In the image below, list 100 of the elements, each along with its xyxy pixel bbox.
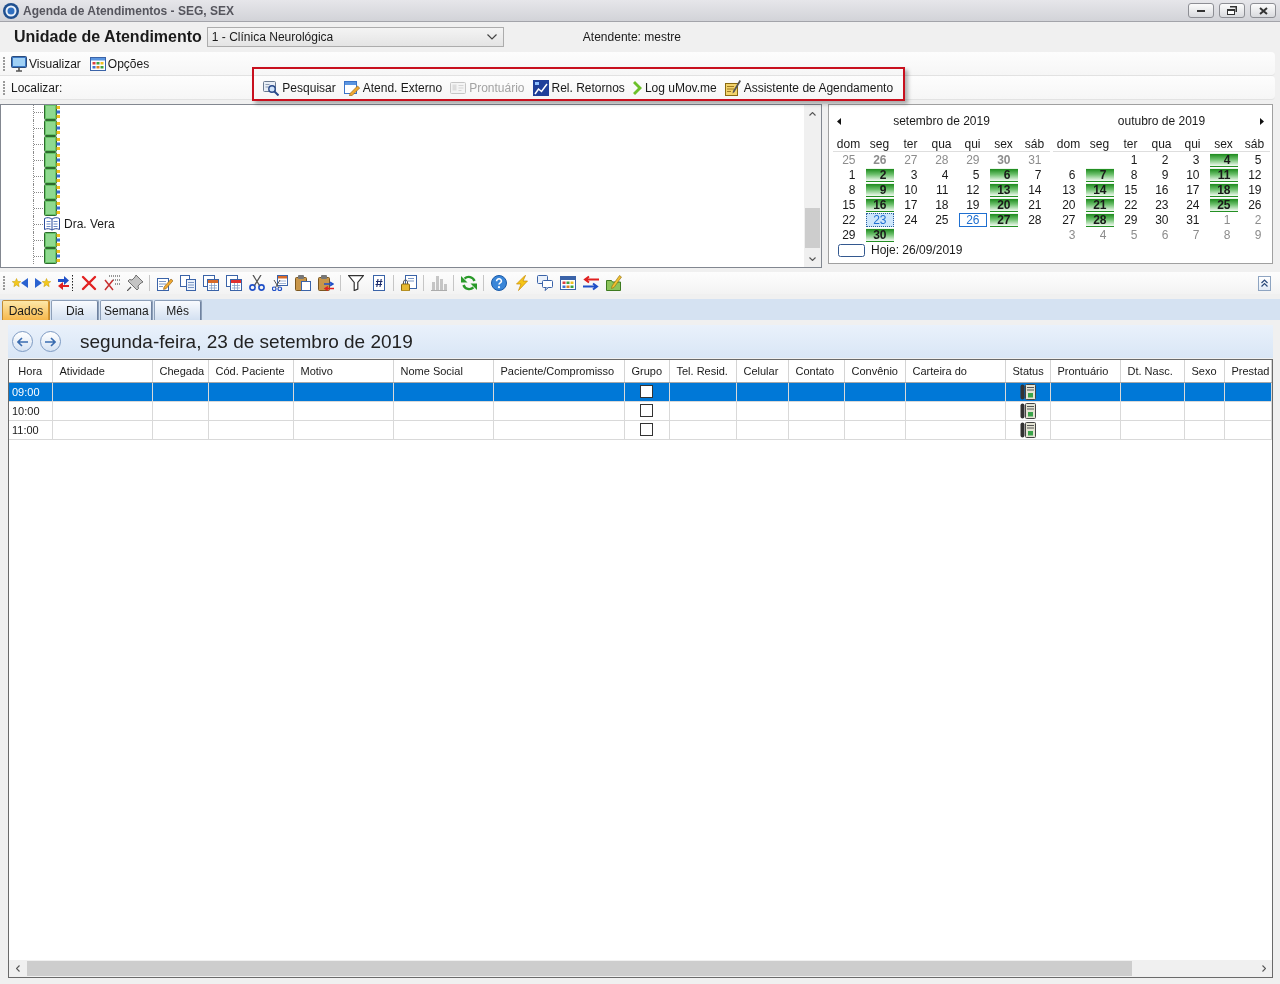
- calendar-day[interactable]: 20: [1054, 197, 1083, 212]
- external-care-button[interactable]: Atend. Externo: [343, 79, 443, 97]
- column-header[interactable]: Cód. Paciente: [215, 364, 285, 377]
- restore-button[interactable]: [1219, 3, 1245, 18]
- calendar-day[interactable]: 15: [1116, 182, 1145, 197]
- calendar-day[interactable]: 1: [1116, 152, 1145, 167]
- calendar-day[interactable]: 22: [834, 212, 863, 227]
- calendar-day[interactable]: 14: [1085, 182, 1114, 197]
- calendar-day[interactable]: 8: [834, 182, 863, 197]
- book-icon[interactable]: [44, 152, 60, 168]
- calendar-day[interactable]: 21: [1020, 197, 1049, 212]
- calendar-day[interactable]: 11: [927, 182, 956, 197]
- checkbox[interactable]: [640, 404, 653, 417]
- swap-arrows-icon[interactable]: [582, 275, 599, 291]
- calendar-day[interactable]: 17: [896, 197, 925, 212]
- calendar-day[interactable]: 7: [1020, 167, 1049, 182]
- scrollbar-thumb[interactable]: [805, 208, 820, 248]
- star-right-arrow-icon[interactable]: [34, 275, 51, 291]
- cross-lines-icon[interactable]: [103, 275, 120, 291]
- calendar-day[interactable]: 28: [1085, 212, 1114, 227]
- view-tab[interactable]: Mês: [153, 300, 202, 320]
- calendar-day[interactable]: 10: [1178, 167, 1207, 182]
- search-button[interactable]: Pesquisar: [263, 79, 336, 97]
- close-button[interactable]: [1250, 3, 1276, 18]
- refresh-icon[interactable]: [460, 275, 477, 291]
- calendar-copy-icon[interactable]: [202, 275, 219, 291]
- calendar-day[interactable]: 30: [1147, 212, 1176, 227]
- scheduling-assistant-button[interactable]: Assistente de Agendamento: [724, 79, 894, 97]
- calendar-day[interactable]: 16: [1147, 182, 1176, 197]
- column-header[interactable]: Hora: [18, 364, 43, 377]
- calendar-day[interactable]: 30: [865, 227, 894, 242]
- vertical-scrollbar[interactable]: [804, 105, 821, 267]
- scissors-icon[interactable]: [248, 275, 265, 291]
- column-header[interactable]: Contato: [795, 364, 835, 377]
- calendar-day[interactable]: 23: [865, 212, 894, 227]
- caret-right-icon[interactable]: [1260, 117, 1264, 125]
- calendar-day[interactable]: 25: [1209, 197, 1238, 212]
- column-header[interactable]: Celular: [743, 364, 779, 377]
- calendar-day[interactable]: 26: [958, 212, 987, 227]
- folder-pencil-icon[interactable]: [605, 275, 622, 291]
- unit-dropdown[interactable]: 1 - Clínica Neurológica: [206, 27, 504, 47]
- column-header[interactable]: Convênio: [851, 364, 898, 377]
- previous-day-button[interactable]: [12, 331, 33, 352]
- calendar-day[interactable]: 2: [1147, 152, 1176, 167]
- calendar-day[interactable]: 1: [834, 167, 863, 182]
- log-button[interactable]: Log uMov.me: [632, 79, 717, 97]
- calendar-day[interactable]: 31: [1020, 152, 1049, 167]
- calendar-day[interactable]: 16: [865, 197, 894, 212]
- view-tab[interactable]: Dia: [51, 300, 99, 320]
- view-menu-item[interactable]: Visualizar: [8, 53, 84, 74]
- book-icon[interactable]: [44, 136, 60, 152]
- calendar-day[interactable]: 13: [989, 182, 1018, 197]
- calendar-day[interactable]: 3: [1054, 227, 1083, 242]
- calendar-day[interactable]: 18: [1209, 182, 1238, 197]
- filter-icon[interactable]: [347, 275, 364, 291]
- pin-icon[interactable]: [126, 275, 143, 291]
- book-icon[interactable]: [44, 168, 60, 184]
- calendar-day[interactable]: 9: [865, 182, 894, 197]
- calendar-day[interactable]: 6: [1054, 167, 1083, 182]
- scroll-right-icon[interactable]: [1261, 965, 1266, 972]
- book-icon[interactable]: [44, 184, 60, 200]
- calendar-day[interactable]: 20: [989, 197, 1018, 212]
- calendar-day[interactable]: 12: [1240, 167, 1269, 182]
- calendar-grid-icon[interactable]: [559, 275, 576, 291]
- calendar-day[interactable]: 3: [1178, 152, 1207, 167]
- calendar-day[interactable]: 17: [1178, 182, 1207, 197]
- calendar-day[interactable]: 3: [896, 167, 925, 182]
- calendar-day[interactable]: 9: [1240, 227, 1269, 242]
- caret-left-icon[interactable]: [837, 117, 841, 125]
- star-left-arrow-icon[interactable]: [11, 275, 28, 291]
- scroll-down-icon[interactable]: [809, 256, 816, 261]
- horizontal-scrollbar[interactable]: [9, 960, 1272, 977]
- calendar-day[interactable]: 5: [1240, 152, 1269, 167]
- calendar-day[interactable]: 4: [927, 167, 956, 182]
- checkbox[interactable]: [640, 423, 653, 436]
- scroll-up-icon[interactable]: [809, 111, 816, 116]
- calendar-day[interactable]: 29: [1116, 212, 1145, 227]
- column-header[interactable]: Nome Social: [400, 364, 463, 377]
- edit-icon[interactable]: [156, 275, 173, 291]
- chat-icon[interactable]: [536, 275, 553, 291]
- open-book-icon[interactable]: [44, 216, 60, 232]
- calendar-day[interactable]: 5: [958, 167, 987, 182]
- column-header[interactable]: Motivo: [300, 364, 333, 377]
- column-header[interactable]: Prontuário: [1057, 364, 1109, 377]
- returns-report-button[interactable]: Rel. Retornos: [532, 79, 625, 97]
- calendar-day[interactable]: 28: [1020, 212, 1049, 227]
- checkbox[interactable]: [640, 385, 653, 398]
- calendar-day[interactable]: 1: [1209, 212, 1238, 227]
- calendar-day[interactable]: 27: [1054, 212, 1083, 227]
- column-header[interactable]: Dt. Nasc.: [1127, 364, 1173, 377]
- column-header[interactable]: Carteira do: [912, 364, 967, 377]
- calendar-day[interactable]: 22: [1116, 197, 1145, 212]
- hash-document-icon[interactable]: [370, 275, 387, 291]
- minimize-button[interactable]: [1188, 3, 1214, 18]
- help-icon[interactable]: [490, 275, 507, 291]
- calendar-day[interactable]: 29: [958, 152, 987, 167]
- calendar-day[interactable]: 6: [989, 167, 1018, 182]
- calendar-day[interactable]: 18: [927, 197, 956, 212]
- column-header[interactable]: Sexo: [1191, 364, 1217, 377]
- book-icon[interactable]: [44, 248, 60, 264]
